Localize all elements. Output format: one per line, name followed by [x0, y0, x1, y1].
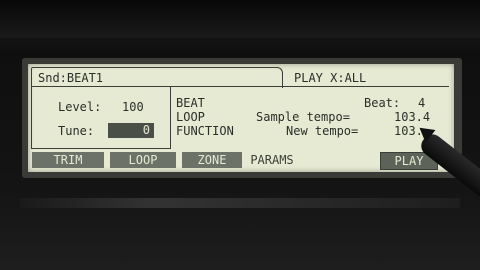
beat-label: Beat:: [364, 96, 401, 110]
tune-field[interactable]: 0: [108, 123, 154, 138]
softkey-loop[interactable]: LOOP: [110, 152, 176, 168]
tune-label: Tune:: [58, 124, 95, 138]
lcd-screen: Snd:BEAT1 PLAY X:ALL Level: 100 Tune: 0 …: [28, 64, 454, 172]
bezel-reflection: [20, 198, 460, 208]
menu-item-loop[interactable]: LOOP: [176, 110, 205, 124]
menu-item-beat[interactable]: BEAT: [176, 96, 205, 110]
softkey-zone[interactable]: ZONE: [182, 152, 242, 168]
softkey-bar: TRIM LOOP ZONE PARAMS PLAY: [28, 152, 454, 170]
sound-name-label[interactable]: Snd:BEAT1: [38, 71, 103, 85]
level-value[interactable]: 100: [122, 100, 144, 114]
beat-value[interactable]: 4: [418, 96, 425, 110]
softkey-trim[interactable]: TRIM: [32, 152, 104, 168]
sample-tempo-label: Sample tempo=: [256, 110, 350, 124]
left-panel: [31, 86, 171, 149]
level-label: Level:: [58, 100, 102, 114]
softkey-params[interactable]: PARAMS: [242, 152, 302, 168]
new-tempo-label: New tempo=: [286, 124, 359, 138]
device-bezel: Snd:BEAT1 PLAY X:ALL Level: 100 Tune: 0 …: [0, 0, 480, 270]
play-mode-label[interactable]: PLAY X:ALL: [294, 71, 366, 85]
menu-item-function[interactable]: FUNCTION: [176, 124, 234, 138]
bezel-top: [0, 0, 480, 38]
